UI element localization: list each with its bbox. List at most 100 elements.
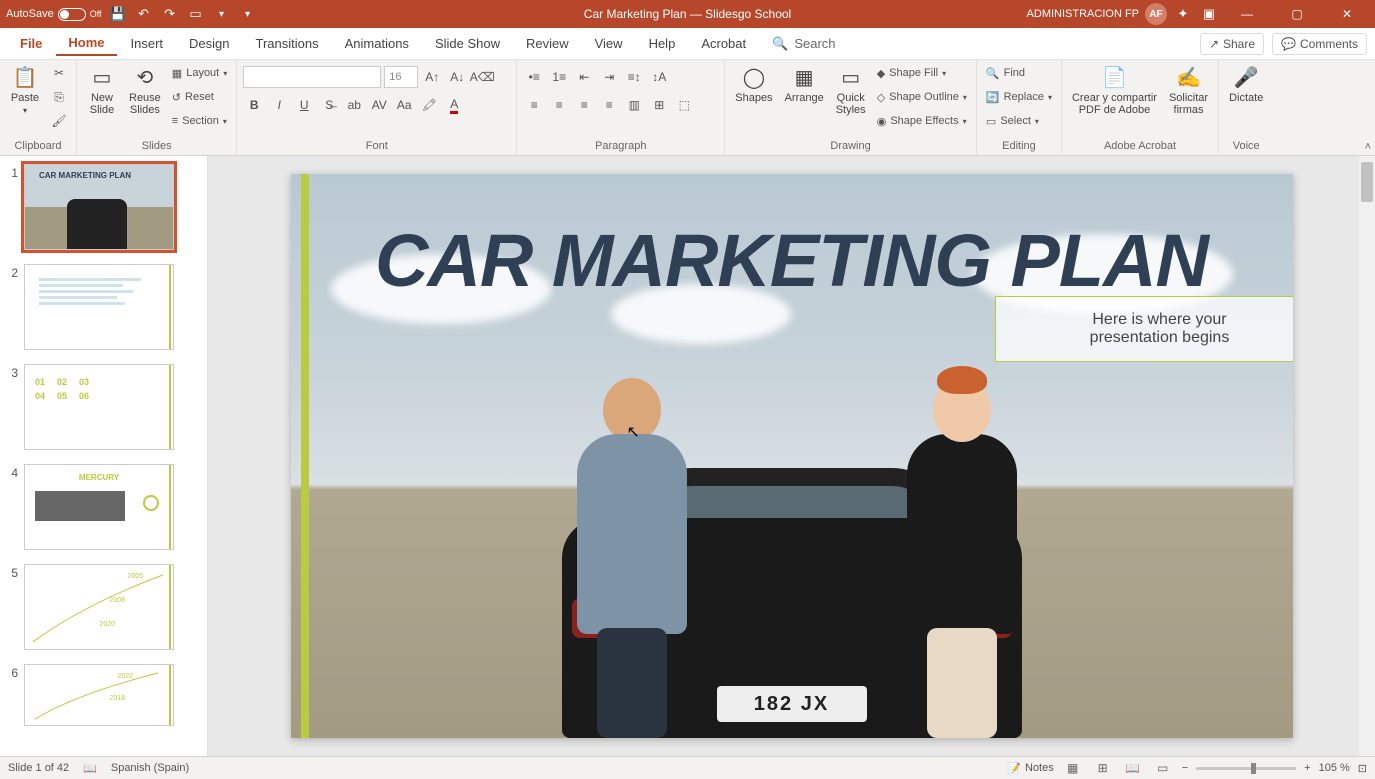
tab-help[interactable]: Help xyxy=(637,32,688,55)
qat-customize-icon[interactable]: ▾ xyxy=(238,4,258,24)
increase-indent-button[interactable]: ⇥ xyxy=(598,66,620,88)
numbering-button[interactable]: 1≡ xyxy=(548,66,570,88)
text-direction-button[interactable]: ↕A xyxy=(648,66,670,88)
tab-review[interactable]: Review xyxy=(514,32,581,55)
zoom-slider[interactable] xyxy=(1196,767,1296,770)
shape-fill-button[interactable]: ◆Shape Fill▾ xyxy=(874,62,970,84)
arrange-button[interactable]: ▦Arrange xyxy=(781,62,828,106)
line-spacing-button[interactable]: ≡↕ xyxy=(623,66,645,88)
tab-slideshow[interactable]: Slide Show xyxy=(423,32,512,55)
shapes-button[interactable]: ◯Shapes xyxy=(731,62,776,106)
spellcheck-icon[interactable]: 📖 xyxy=(83,762,97,775)
slide-thumbnails-panel[interactable]: 1 CAR MARKETING PLAN 2 xyxy=(0,156,208,756)
save-icon[interactable]: 💾 xyxy=(108,4,128,24)
decrease-font-button[interactable]: A↓ xyxy=(446,66,468,88)
select-button[interactable]: ▭Select▾ xyxy=(983,110,1055,132)
create-pdf-button[interactable]: 📄Crear y compartir PDF de Adobe xyxy=(1068,62,1161,118)
slide-counter[interactable]: Slide 1 of 42 xyxy=(8,762,69,774)
format-painter-button[interactable]: 🖌 xyxy=(48,110,70,132)
display-options-icon[interactable]: ▣ xyxy=(1199,4,1219,24)
minimize-button[interactable]: — xyxy=(1225,0,1269,28)
coming-soon-icon[interactable]: ✦ xyxy=(1173,4,1193,24)
cut-button[interactable]: ✂ xyxy=(48,62,70,84)
bold-button[interactable]: B xyxy=(243,94,265,116)
align-text-button[interactable]: ⊞ xyxy=(648,94,670,116)
comments-button[interactable]: 💬Comments xyxy=(1272,33,1367,55)
normal-view-button[interactable]: ▦ xyxy=(1062,759,1084,777)
request-signature-button[interactable]: ✍Solicitar firmas xyxy=(1165,62,1212,118)
font-size-input[interactable]: 16 xyxy=(384,66,418,88)
collapse-ribbon-button[interactable]: ˄ xyxy=(1365,141,1371,153)
shape-outline-button[interactable]: ◇Shape Outline▾ xyxy=(874,86,970,108)
char-spacing-button[interactable]: AV xyxy=(368,94,390,116)
clear-format-button[interactable]: A⌫ xyxy=(471,66,493,88)
quick-styles-button[interactable]: ▭Quick Styles xyxy=(832,62,870,118)
slideshow-view-button[interactable]: ▭ xyxy=(1152,759,1174,777)
reading-view-button[interactable]: 📖 xyxy=(1122,759,1144,777)
tab-home[interactable]: Home xyxy=(56,31,116,56)
maximize-button[interactable]: ▢ xyxy=(1275,0,1319,28)
highlight-button[interactable]: 🖍 xyxy=(418,94,440,116)
search-box[interactable]: 🔍 Search xyxy=(772,36,835,52)
paste-button[interactable]: 📋 Paste ▾ xyxy=(6,62,44,117)
font-family-input[interactable] xyxy=(243,66,381,88)
thumbnail-2[interactable]: 2 xyxy=(4,264,203,350)
section-button[interactable]: ≡Section▾ xyxy=(169,110,230,132)
thumbnail-1[interactable]: 1 CAR MARKETING PLAN xyxy=(4,164,203,250)
align-right-button[interactable]: ≡ xyxy=(573,94,595,116)
strikethrough-button[interactable]: S̶ xyxy=(318,94,340,116)
dictate-button[interactable]: 🎤Dictate xyxy=(1225,62,1267,106)
italic-button[interactable]: I xyxy=(268,94,290,116)
tab-insert[interactable]: Insert xyxy=(119,32,176,55)
zoom-out-button[interactable]: − xyxy=(1182,762,1188,774)
tab-animations[interactable]: Animations xyxy=(333,32,421,55)
underline-button[interactable]: U xyxy=(293,94,315,116)
layout-button[interactable]: ▦Layout▾ xyxy=(169,62,230,84)
new-slide-button[interactable]: ▭New Slide xyxy=(83,62,121,118)
qat-more-icon[interactable]: ▾ xyxy=(212,4,232,24)
smartart-button[interactable]: ⬚ xyxy=(673,94,695,116)
thumbnail-3[interactable]: 3 01 02 03 04 05 06 xyxy=(4,364,203,450)
slide-title[interactable]: CAR MARKETING PLAN xyxy=(291,218,1293,303)
change-case-button[interactable]: Aa xyxy=(393,94,415,116)
sorter-view-button[interactable]: ⊞ xyxy=(1092,759,1114,777)
increase-font-button[interactable]: A↑ xyxy=(421,66,443,88)
tab-view[interactable]: View xyxy=(583,32,635,55)
align-left-button[interactable]: ≡ xyxy=(523,94,545,116)
language-indicator[interactable]: Spanish (Spain) xyxy=(111,762,189,774)
bullets-button[interactable]: •≡ xyxy=(523,66,545,88)
replace-button[interactable]: 🔄Replace▾ xyxy=(983,86,1055,108)
fit-to-window-button[interactable]: ⊡ xyxy=(1358,762,1367,775)
close-button[interactable]: ✕ xyxy=(1325,0,1369,28)
copy-button[interactable]: ⎘ xyxy=(48,86,70,108)
redo-icon[interactable]: ↷ xyxy=(160,4,180,24)
tab-file[interactable]: File xyxy=(8,32,54,55)
thumbnail-6[interactable]: 6 2022 2018 xyxy=(4,664,203,726)
user-avatar[interactable]: AF xyxy=(1145,3,1167,25)
tab-acrobat[interactable]: Acrobat xyxy=(689,32,758,55)
thumbnail-5[interactable]: 5 2005 2008 2020 xyxy=(4,564,203,650)
align-center-button[interactable]: ≡ xyxy=(548,94,570,116)
find-button[interactable]: 🔍Find xyxy=(983,62,1055,84)
zoom-in-button[interactable]: + xyxy=(1304,762,1310,774)
slideshow-start-icon[interactable]: ▭ xyxy=(186,4,206,24)
vertical-scrollbar[interactable] xyxy=(1359,156,1375,756)
columns-button[interactable]: ▥ xyxy=(623,94,645,116)
shadow-button[interactable]: ab xyxy=(343,94,365,116)
thumbnail-4[interactable]: 4 MERCURY xyxy=(4,464,203,550)
zoom-level[interactable]: 105 % xyxy=(1319,762,1350,774)
slide-canvas[interactable]: CAR MARKETING PLAN Here is where your pr… xyxy=(291,174,1293,738)
shape-effects-button[interactable]: ◉Shape Effects▾ xyxy=(874,110,970,132)
justify-button[interactable]: ≡ xyxy=(598,94,620,116)
slide-editor[interactable]: CAR MARKETING PLAN Here is where your pr… xyxy=(208,156,1375,756)
autosave-toggle[interactable]: AutoSave Off xyxy=(6,8,102,21)
share-button[interactable]: ↗Share xyxy=(1200,33,1264,55)
undo-icon[interactable]: ↶ xyxy=(134,4,154,24)
tab-transitions[interactable]: Transitions xyxy=(244,32,331,55)
tab-design[interactable]: Design xyxy=(177,32,241,55)
notes-button[interactable]: 📝Notes xyxy=(1007,762,1053,775)
subtitle-box[interactable]: Here is where your presentation begins xyxy=(995,296,1293,362)
reset-button[interactable]: ↺Reset xyxy=(169,86,230,108)
font-color-button[interactable]: A xyxy=(443,94,465,116)
decrease-indent-button[interactable]: ⇤ xyxy=(573,66,595,88)
